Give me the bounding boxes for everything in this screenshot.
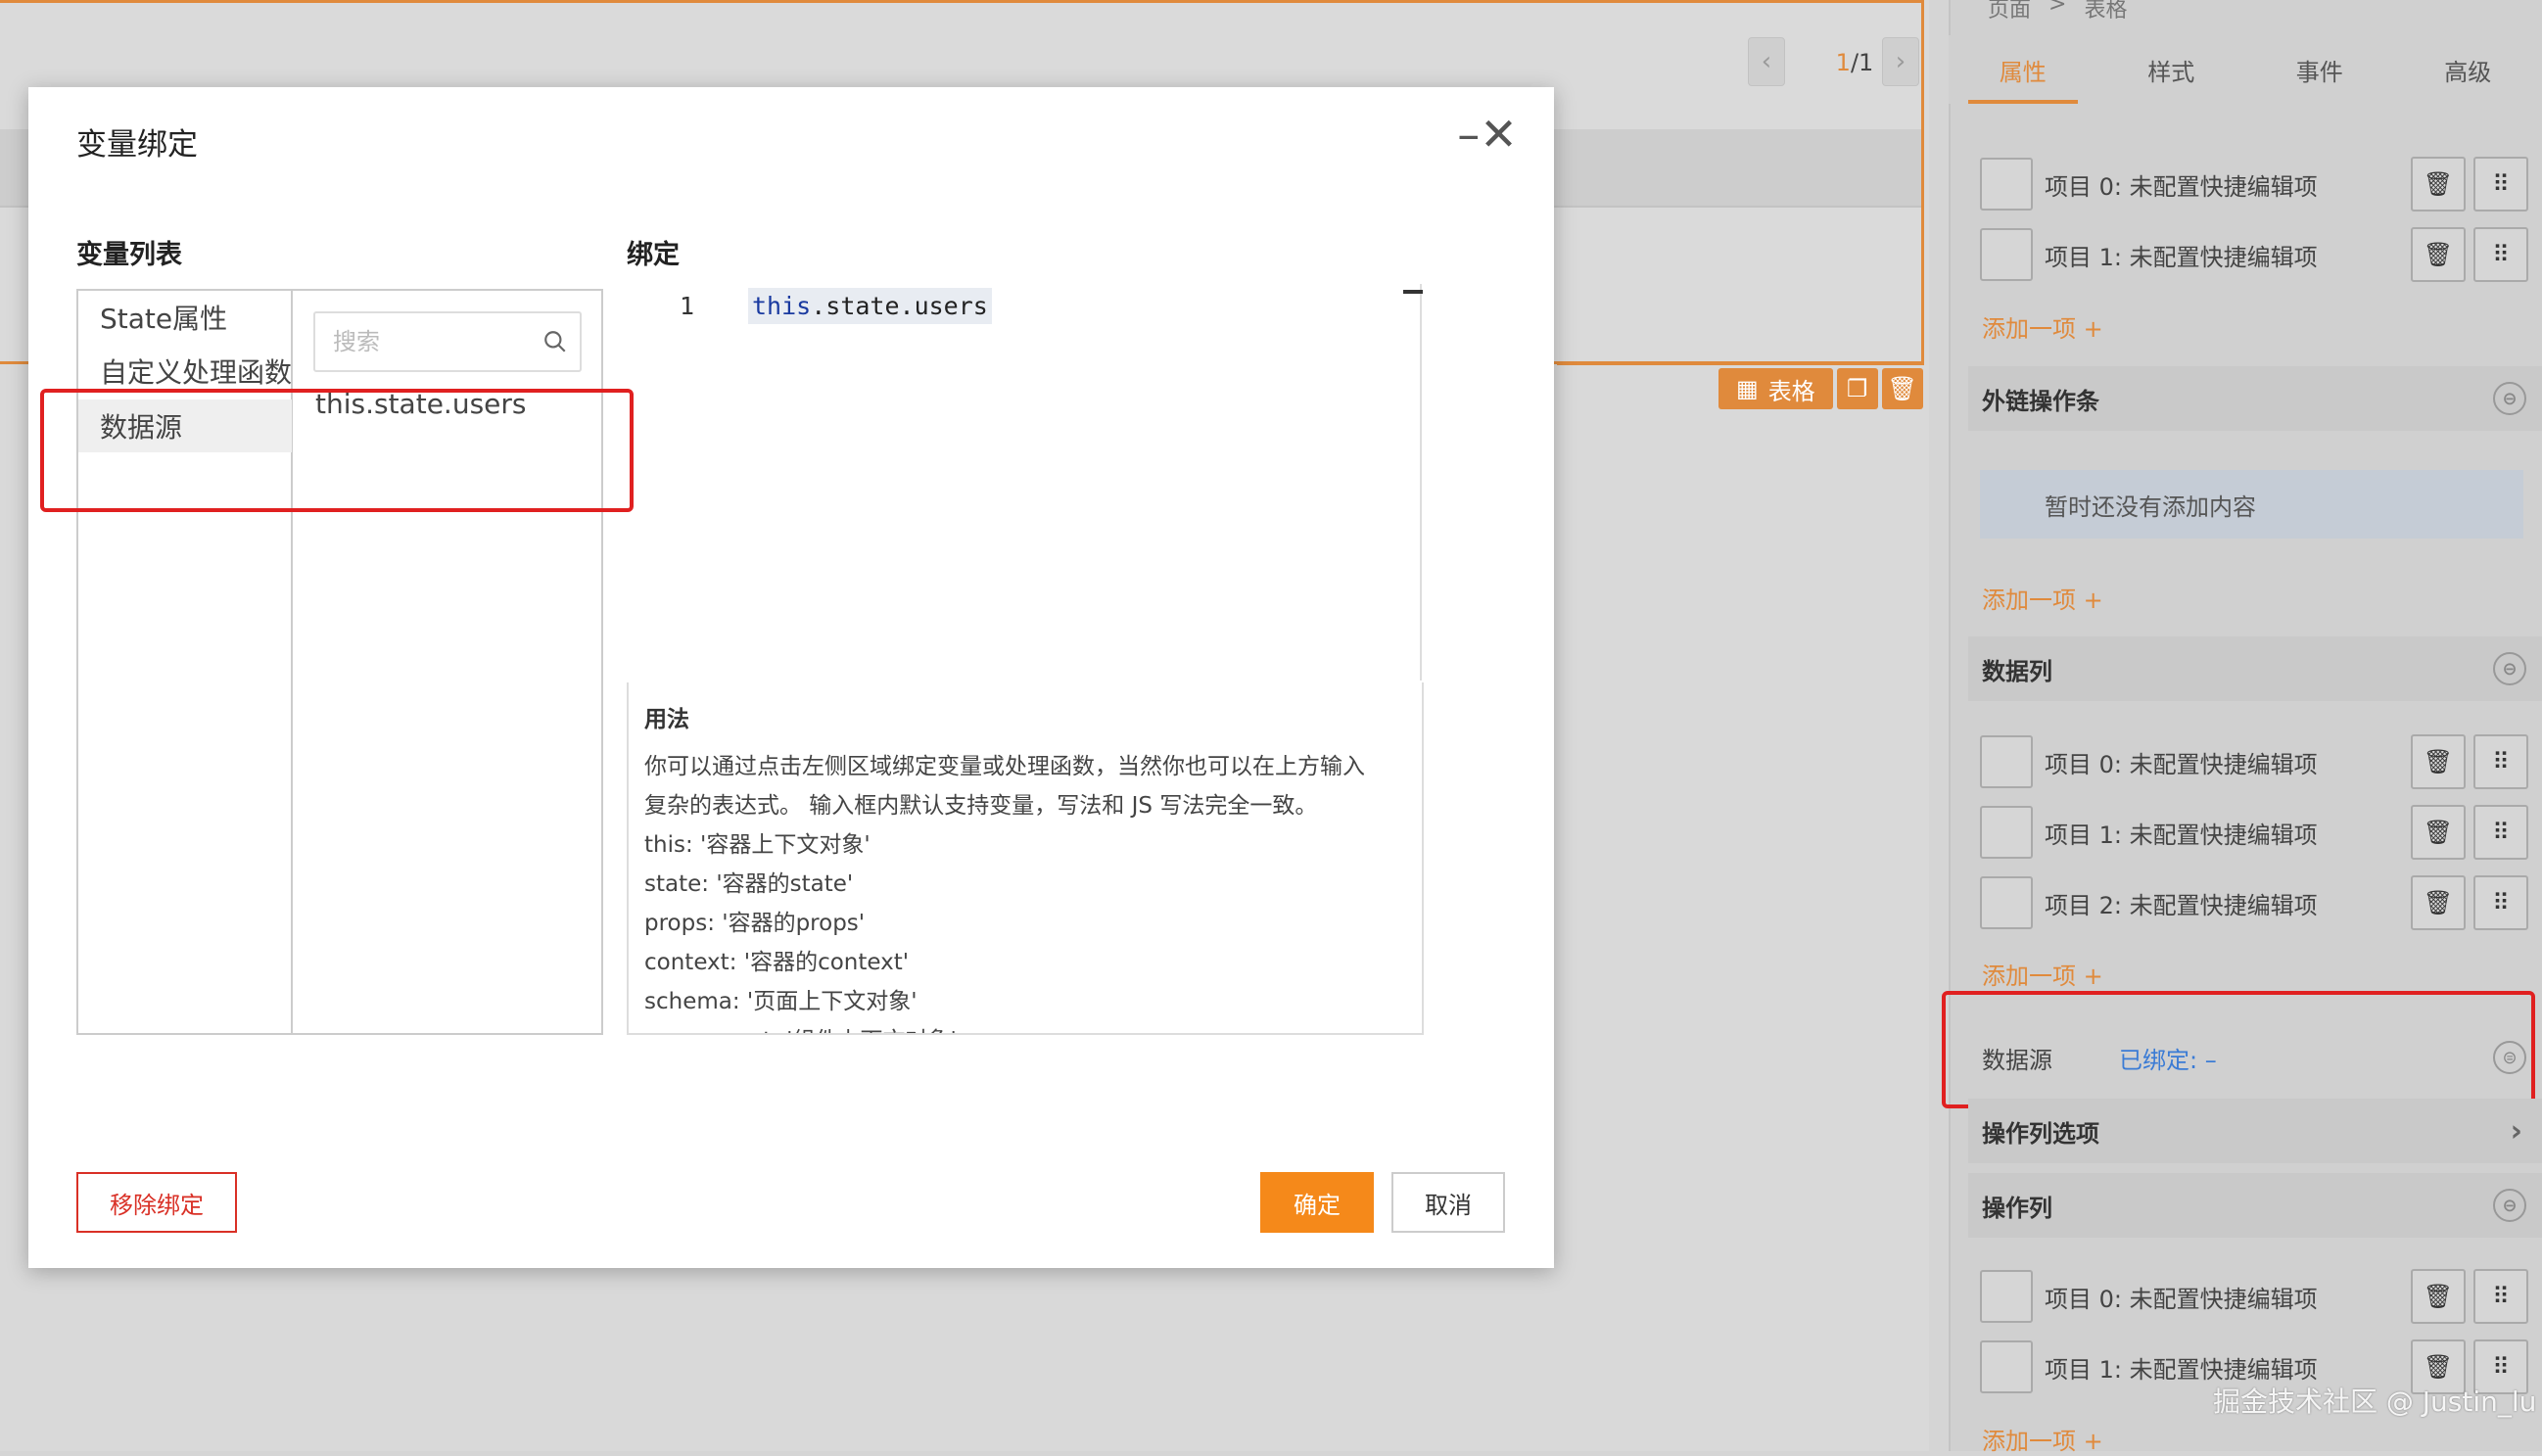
item-label: 项目 0: 未配置快捷编辑项 <box>2045 745 2403 779</box>
editor-scrollbar[interactable] <box>1403 290 1423 294</box>
section-external-ops[interactable]: 外链操作条 ⊖ <box>1968 366 2542 431</box>
code-expression[interactable]: this.state.users <box>748 288 992 324</box>
remove-binding-button[interactable]: 移除绑定 <box>76 1172 237 1233</box>
usage-line: context: '容器的context' <box>644 943 1406 982</box>
trash-icon[interactable]: 🗑 <box>2411 734 2466 789</box>
drag-handle-icon[interactable]: ⠿ <box>2473 157 2528 211</box>
trash-icon[interactable]: 🗑 <box>2411 875 2466 930</box>
usage-line: 你可以通过点击左侧区域绑定变量或处理函数，当然你也可以在上方输入 <box>644 747 1406 786</box>
tab-advanced[interactable]: 高级 <box>2394 35 2542 104</box>
trash-icon[interactable]: 🗑 <box>2411 157 2466 211</box>
list-item: 项目 1: 未配置快捷编辑项 🗑 ⠿ <box>1980 803 2528 862</box>
item-label: 项目 1: 未配置快捷编辑项 <box>2045 816 2403 850</box>
item-checkbox[interactable] <box>1980 228 2033 281</box>
collapse-icon[interactable]: ⊖ <box>2493 1189 2526 1222</box>
item-checkbox[interactable] <box>1980 876 2033 929</box>
close-icon[interactable]: –✕ <box>1457 110 1518 159</box>
list-item: 项目 0: 未配置快捷编辑项 🗑 ⠿ <box>1980 1267 2528 1326</box>
usage-line: component: '组件上下文对象' <box>644 1021 1406 1035</box>
section-op-column-options[interactable]: 操作列选项 › <box>1968 1099 2542 1163</box>
section-title: 数据列 <box>1982 652 2052 686</box>
drag-handle-icon[interactable]: ⠿ <box>2473 227 2528 282</box>
code-rest: .state.users <box>811 292 988 320</box>
list-item: 项目 2: 未配置快捷编辑项 🗑 ⠿ <box>1980 873 2528 932</box>
confirm-button[interactable]: 确定 <box>1260 1172 1374 1233</box>
item-label: 项目 1: 未配置快捷编辑项 <box>2045 238 2403 272</box>
breadcrumb-separator: > <box>2048 0 2066 23</box>
search-icon[interactable] <box>542 329 568 354</box>
item-label: 项目 0: 未配置快捷编辑项 <box>2045 167 2403 202</box>
usage-line: this: '容器上下文对象' <box>644 825 1406 865</box>
item-label: 项目 1: 未配置快捷编辑项 <box>2045 1350 2403 1385</box>
search-input[interactable] <box>331 327 531 356</box>
section-title: 操作列 <box>1982 1189 2052 1223</box>
expression-editor[interactable] <box>627 284 1422 681</box>
chevron-right-icon[interactable]: › <box>1882 37 1919 86</box>
dialog-title: 变量绑定 <box>76 119 198 164</box>
list-item: 项目 0: 未配置快捷编辑项 🗑 ⠿ <box>1980 732 2528 791</box>
section-op-column[interactable]: 操作列 ⊖ <box>1968 1173 2542 1238</box>
variable-list-title: 变量列表 <box>76 233 182 271</box>
breadcrumb-item[interactable]: 表格 <box>2084 0 2127 23</box>
trash-icon[interactable]: 🗑 <box>1882 368 1923 409</box>
trash-icon[interactable]: 🗑 <box>2411 1269 2466 1324</box>
trash-icon[interactable]: 🗑 <box>2411 227 2466 282</box>
section-title: 操作列选项 <box>1982 1114 2099 1149</box>
usage-title: 用法 <box>644 700 1406 733</box>
cancel-button[interactable]: 取消 <box>1391 1172 1505 1233</box>
selection-outline <box>1557 362 1924 365</box>
add-item-link[interactable]: 添加一项 + <box>1982 581 2103 615</box>
collapse-icon[interactable]: ⊖ <box>2493 382 2526 415</box>
item-checkbox[interactable] <box>1980 806 2033 859</box>
item-checkbox[interactable] <box>1980 735 2033 788</box>
add-item-link[interactable]: 添加一项 + <box>1982 309 2103 344</box>
item-checkbox[interactable] <box>1980 1270 2033 1323</box>
drag-handle-icon[interactable]: ⠿ <box>2473 1269 2528 1324</box>
highlight-box <box>1942 991 2535 1108</box>
binding-title: 绑定 <box>627 233 680 271</box>
category-state[interactable]: State属性 <box>78 291 292 344</box>
pager-total: /1 <box>1851 49 1873 76</box>
drag-handle-icon[interactable]: ⠿ <box>2473 875 2528 930</box>
drag-handle-icon[interactable]: ⠿ <box>2473 734 2528 789</box>
tab-properties[interactable]: 属性 <box>1949 35 2097 104</box>
chevron-right-icon: › <box>2511 1114 2522 1149</box>
section-title: 外链操作条 <box>1982 382 2099 416</box>
breadcrumb-item[interactable]: 页面 <box>1988 0 2031 23</box>
code-keyword: this <box>752 292 811 320</box>
usage-help: 用法 你可以通过点击左侧区域绑定变量或处理函数，当然你也可以在上方输入 复杂的表… <box>627 682 1424 1035</box>
chevron-left-icon[interactable]: ‹ <box>1748 37 1785 86</box>
empty-placeholder: 暂时还没有添加内容 <box>1980 470 2523 539</box>
table-icon: ▦ <box>1736 375 1759 402</box>
trash-icon[interactable]: 🗑 <box>2411 805 2466 860</box>
search-field[interactable] <box>313 311 582 372</box>
pager-current: 1 <box>1836 49 1851 76</box>
line-number: 1 <box>680 292 694 320</box>
tab-style[interactable]: 样式 <box>2097 35 2246 104</box>
item-checkbox[interactable] <box>1980 158 2033 211</box>
list-item: 项目 0: 未配置快捷编辑项 🗑 ⠿ <box>1980 155 2528 213</box>
usage-line: state: '容器的state' <box>644 865 1406 904</box>
component-tag-label: 表格 <box>1768 372 1815 406</box>
component-tag[interactable]: ▦ 表格 <box>1718 368 1833 409</box>
usage-line: props: '容器的props' <box>644 904 1406 943</box>
copy-icon[interactable]: ❐ <box>1837 368 1878 409</box>
usage-line: 复杂的表达式。 输入框内默认支持变量，写法和 JS 写法完全一致。 <box>644 786 1406 825</box>
panel-tabs: 属性 样式 事件 高级 <box>1949 35 2542 104</box>
tab-events[interactable]: 事件 <box>2245 35 2394 104</box>
item-label: 项目 2: 未配置快捷编辑项 <box>2045 886 2403 920</box>
selection-toolbar: ▦ 表格 ❐ 🗑 <box>1718 368 1923 409</box>
highlight-box <box>40 389 634 512</box>
add-item-link[interactable]: 添加一项 + <box>1982 957 2103 991</box>
collapse-icon[interactable]: ⊖ <box>2493 652 2526 685</box>
usage-line: schema: '页面上下文对象' <box>644 982 1406 1021</box>
watermark: 掘金技术社区 @ Justin_lu <box>2213 1381 2536 1420</box>
breadcrumb: 页面 > 表格 <box>1988 0 2127 23</box>
list-item: 项目 1: 未配置快捷编辑项 🗑 ⠿ <box>1980 225 2528 284</box>
item-label: 项目 0: 未配置快捷编辑项 <box>2045 1280 2403 1314</box>
drag-handle-icon[interactable]: ⠿ <box>2473 805 2528 860</box>
item-checkbox[interactable] <box>1980 1340 2033 1393</box>
section-data-columns[interactable]: 数据列 ⊖ <box>1968 636 2542 701</box>
